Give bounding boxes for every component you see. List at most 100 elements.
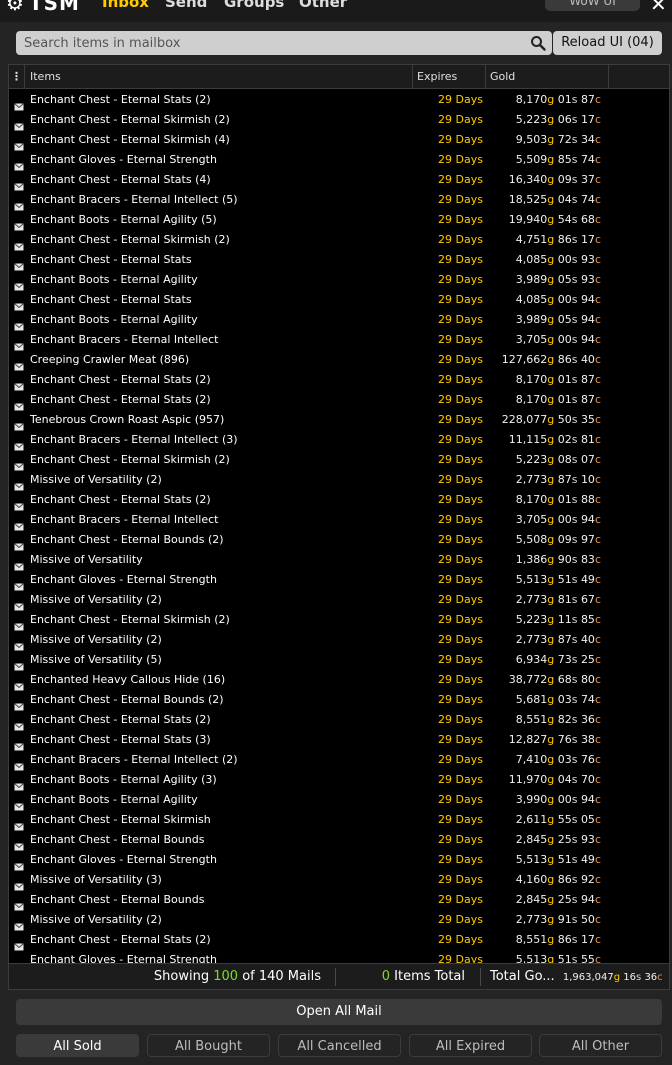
gear-icon: ⚙ [6, 0, 25, 15]
all-cancelled-button[interactable]: All Cancelled [278, 1034, 401, 1057]
table-row[interactable]: Enchant Bracers - Eternal Intellect (5) 2… [9, 190, 669, 211]
mail-stats-bar: Showing 100 of 140 Mails 0 Items Total T… [8, 964, 670, 990]
table-row[interactable]: Enchant Chest - Eternal Stats (2) 29 Days… [9, 90, 669, 111]
mail-icon [14, 576, 24, 591]
table-row[interactable]: Enchant Boots - Eternal Agility 29 Days 3,… [9, 310, 669, 331]
all-bought-button[interactable]: All Bought [147, 1034, 270, 1057]
table-row[interactable]: Enchant Chest - Eternal Bounds 29 Days 2,8… [9, 830, 669, 851]
expires-value: 29 Days [438, 813, 483, 826]
tab-inbox[interactable]: Inbox [102, 0, 149, 11]
column-header-gold[interactable]: Gold [486, 65, 609, 89]
tab-groups[interactable]: Groups [224, 0, 284, 11]
total-gold-text: Total Go... 1,963,047g 16s 36c [482, 964, 663, 990]
table-row[interactable]: Enchant Chest - Eternal Skirmish (2) 29 D… [9, 610, 669, 631]
table-row[interactable]: Enchant Chest - Eternal Stats (2) 29 Days… [9, 370, 669, 391]
mail-icon [14, 116, 24, 131]
table-row[interactable]: Creeping Crawler Meat (896) 29 Days 127,66… [9, 350, 669, 371]
expires-value: 29 Days [438, 353, 483, 366]
table-row[interactable]: Enchant Bracers - Eternal Intellect (3) 2… [9, 430, 669, 451]
mail-rows: Enchant Chest - Eternal Stats (2) 29 Days… [9, 90, 669, 964]
item-name: Enchant Boots - Eternal Agility [30, 313, 198, 326]
item-name: Missive of Versatility (2) [30, 633, 162, 646]
items-total-label: Items Total [394, 969, 465, 984]
all-other-button[interactable]: All Other [539, 1034, 662, 1057]
item-name: Enchant Bracers - Eternal Intellect (2) [30, 753, 238, 766]
gold-value: 4,751g 86s 17c [515, 233, 601, 246]
search-row: Reload UI (04) [8, 24, 670, 62]
mail-icon [14, 556, 24, 571]
expires-value: 29 Days [438, 273, 483, 286]
table-row[interactable]: Enchant Chest - Eternal Stats (2) 29 Days… [9, 390, 669, 411]
gold-value: 5,681g 03s 74c [515, 693, 601, 706]
tab-other[interactable]: Other [299, 0, 347, 11]
table-row[interactable]: Missive of Versatility (2) 29 Days 2,773g … [9, 910, 669, 931]
mail-icon [14, 436, 24, 451]
table-row[interactable]: Enchant Chest - Eternal Bounds (2) 29 Day… [9, 530, 669, 551]
table-row[interactable]: Enchant Chest - Eternal Skirmish (2) 29 D… [9, 450, 669, 471]
table-row[interactable]: Enchant Chest - Eternal Stats 29 Days 4,08… [9, 250, 669, 271]
item-name: Enchant Chest - Eternal Stats (2) [30, 933, 211, 946]
gold-value: 3,989g 05s 94c [515, 313, 601, 326]
search-icon[interactable] [530, 35, 546, 51]
table-row[interactable]: Missive of Versatility (3) 29 Days 4,160g … [9, 870, 669, 891]
table-row[interactable]: Enchant Gloves - Eternal Strength 29 Days… [9, 850, 669, 871]
expires-value: 29 Days [438, 413, 483, 426]
table-row[interactable]: Enchant Chest - Eternal Skirmish (2) 29 D… [9, 110, 669, 131]
table-row[interactable]: Enchant Boots - Eternal Agility (3) 29 Da… [9, 770, 669, 791]
all-expired-button[interactable]: All Expired [409, 1034, 532, 1057]
item-name: Enchant Gloves - Eternal Strength [30, 853, 217, 866]
table-row[interactable]: Enchant Gloves - Eternal Strength 29 Days… [9, 150, 669, 171]
table-row[interactable]: Missive of Versatility 29 Days 1,386g 90s … [9, 550, 669, 571]
table-row[interactable]: Enchant Boots - Eternal Agility 29 Days 3,… [9, 790, 669, 811]
reload-ui-button[interactable]: Reload UI (04) [553, 31, 662, 55]
logo-text: TSM [28, 0, 80, 15]
column-menu-icon[interactable]: ⋮ [9, 65, 25, 89]
expires-value: 29 Days [438, 653, 483, 666]
mail-icon [14, 776, 24, 791]
column-header-items[interactable]: Items [26, 65, 413, 89]
table-row[interactable]: Enchant Gloves - Eternal Strength 29 Days… [9, 950, 669, 964]
table-row[interactable]: Missive of Versatility (2) 29 Days 2,773g … [9, 470, 669, 491]
table-row[interactable]: Enchant Chest - Eternal Stats (2) 29 Days… [9, 490, 669, 511]
gold-value: 8,170g 01s 87c [515, 373, 601, 386]
table-row[interactable]: Enchant Chest - Eternal Skirmish (2) 29 D… [9, 230, 669, 251]
table-row[interactable]: Enchant Gloves - Eternal Strength 29 Days… [9, 570, 669, 591]
gold-value: 5,513g 51s 55c [515, 953, 601, 964]
table-row[interactable]: Missive of Versatility (2) 29 Days 2,773g … [9, 590, 669, 611]
close-icon[interactable]: ✕ [650, 0, 667, 16]
table-row[interactable]: Enchant Chest - Eternal Stats (4) 29 Days… [9, 170, 669, 191]
table-row[interactable]: Enchant Chest - Eternal Bounds 29 Days 2,8… [9, 890, 669, 911]
table-row[interactable]: Enchant Bracers - Eternal Intellect 29 Da… [9, 510, 669, 531]
table-row[interactable]: Tenebrous Crown Roast Aspic (957) 29 Days… [9, 410, 669, 431]
table-row[interactable]: Missive of Versatility (5) 29 Days 6,934g … [9, 650, 669, 671]
table-row[interactable]: Enchant Chest - Eternal Stats (2) 29 Days… [9, 930, 669, 951]
column-header-expires[interactable]: Expires [413, 65, 486, 89]
gold-value: 11,970g 04s 70c [508, 773, 601, 786]
gold-value: 2,845g 25s 93c [515, 833, 601, 846]
table-row[interactable]: Missive of Versatility (2) 29 Days 2,773g … [9, 630, 669, 651]
mail-icon [14, 496, 24, 511]
mail-icon [14, 816, 24, 831]
table-row[interactable]: Enchant Boots - Eternal Agility 29 Days 3,… [9, 270, 669, 291]
table-row[interactable]: Enchant Bracers - Eternal Intellect (2) 2… [9, 750, 669, 771]
gold-value: 5,223g 08s 07c [515, 453, 601, 466]
all-sold-button[interactable]: All Sold [16, 1034, 139, 1057]
tab-send[interactable]: Send [165, 0, 207, 11]
table-row[interactable]: Enchant Boots - Eternal Agility (5) 29 Da… [9, 210, 669, 231]
gold-value: 8,170g 01s 87c [515, 393, 601, 406]
mail-icon [14, 676, 24, 691]
table-row[interactable]: Enchant Chest - Eternal Stats (3) 29 Days… [9, 730, 669, 751]
open-all-mail-button[interactable]: Open All Mail [16, 999, 662, 1025]
table-row[interactable]: Enchant Chest - Eternal Skirmish (4) 29 D… [9, 130, 669, 151]
table-row[interactable]: Enchant Chest - Eternal Bounds (2) 29 Day… [9, 690, 669, 711]
expires-value: 29 Days [438, 453, 483, 466]
table-row[interactable]: Enchant Bracers - Eternal Intellect 29 Da… [9, 330, 669, 351]
mail-icon [14, 756, 24, 771]
table-row[interactable]: Enchant Chest - Eternal Stats (2) 29 Days… [9, 710, 669, 731]
table-row[interactable]: Enchant Chest - Eternal Skirmish 29 Days 2… [9, 810, 669, 831]
expires-value: 29 Days [438, 313, 483, 326]
table-row[interactable]: Enchanted Heavy Callous Hide (16) 29 Days… [9, 670, 669, 691]
table-row[interactable]: Enchant Chest - Eternal Stats 29 Days 4,08… [9, 290, 669, 311]
search-input[interactable] [16, 31, 526, 55]
item-name: Missive of Versatility [30, 553, 143, 566]
